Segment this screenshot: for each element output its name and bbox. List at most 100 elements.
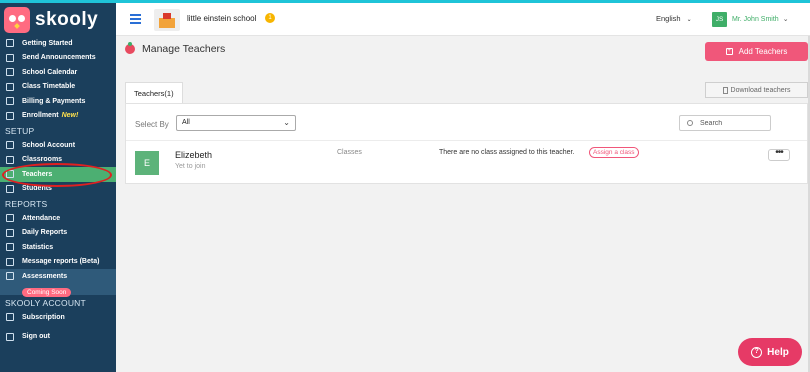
document-icon <box>722 86 728 94</box>
search-input[interactable] <box>700 118 768 129</box>
sidebar-nav: Getting Started Send Announcements Schoo… <box>0 36 116 344</box>
help-label: Help <box>767 346 789 358</box>
sidebar-item-message-reports[interactable]: Message reports (Beta) <box>0 255 116 270</box>
sidebar-item-enrollment[interactable]: Enrollment New! <box>0 109 116 124</box>
sidebar-item-attendance[interactable]: Attendance <box>0 211 116 226</box>
sidebar-item-label: Getting Started <box>22 39 73 47</box>
sidebar: skooly Getting Started Send Announcement… <box>0 0 116 372</box>
sidebar-item-school-calendar[interactable]: School Calendar <box>0 65 116 80</box>
school-logo-icon <box>154 9 180 31</box>
brand-name: skooly <box>35 9 99 30</box>
sidebar-item-label: Daily Reports <box>22 229 68 237</box>
statistics-icon <box>6 243 14 252</box>
add-teachers-label: Add Teachers <box>738 47 788 56</box>
chevron-down-icon: ⌄ <box>283 118 290 127</box>
plus-icon: + <box>725 48 733 55</box>
brand[interactable]: skooly <box>4 7 98 33</box>
rocket-icon <box>6 39 14 48</box>
sidebar-item-teachers[interactable]: Teachers <box>0 167 116 182</box>
send-icon <box>6 53 14 62</box>
teachers-panel: Select By All ⌄ E Elizebeth Yet to join … <box>125 103 808 184</box>
download-teachers-button[interactable]: Download teachers <box>705 82 808 98</box>
help-button[interactable]: ? Help <box>738 338 802 366</box>
section-heading-reports: REPORTS <box>5 198 48 209</box>
new-badge: New! <box>61 112 79 120</box>
sidebar-item-students[interactable]: Students <box>0 182 116 197</box>
section-heading-skooly-account: SKOOLY ACCOUNT <box>5 297 86 308</box>
sidebar-item-class-timetable[interactable]: Class Timetable <box>0 80 116 95</box>
attendance-icon <box>6 214 14 223</box>
language-label: English <box>656 14 681 23</box>
hamburger-menu-icon[interactable] <box>130 14 141 24</box>
sidebar-item-label: Sign out <box>22 333 50 341</box>
chevron-down-icon: ⌄ <box>686 17 692 23</box>
sidebar-item-label: Billing & Payments <box>22 97 86 105</box>
calendar-icon <box>6 68 14 77</box>
teacher-avatar: E <box>135 151 159 175</box>
student-icon <box>6 184 14 193</box>
sidebar-item-label: Teachers <box>22 170 53 178</box>
question-icon: ? <box>751 346 763 358</box>
sidebar-item-statistics[interactable]: Statistics <box>0 240 116 255</box>
teacher-status: Yet to join <box>175 163 206 170</box>
filter-select-value: All <box>182 119 190 126</box>
teacher-icon <box>6 170 14 179</box>
sidebar-item-getting-started[interactable]: Getting Started <box>0 36 116 51</box>
sidebar-item-label: Class Timetable <box>22 83 76 91</box>
sidebar-item-label: Subscription <box>22 313 65 321</box>
page-title: Manage Teachers <box>142 43 226 55</box>
skooly-logo-icon <box>4 7 30 33</box>
sidebar-accent-line <box>0 0 116 3</box>
message-report-icon <box>6 257 14 266</box>
sidebar-item-sign-out[interactable]: Sign out <box>0 330 116 345</box>
section-heading-setup: SETUP <box>5 125 35 136</box>
classes-label: Classes <box>337 149 362 156</box>
sidebar-item-label: Enrollment <box>22 112 59 120</box>
sidebar-item-send-announcements[interactable]: Send Announcements <box>0 51 116 66</box>
top-bar: little einstein school 1 English ⌄ JS Mr.… <box>116 0 810 36</box>
sidebar-item-daily-reports[interactable]: Daily Reports <box>0 226 116 241</box>
school-badge: 1 <box>265 13 275 23</box>
no-class-message: There are no class assigned to this teac… <box>439 149 575 156</box>
sidebar-item-label: Statistics <box>22 243 54 251</box>
subscription-icon <box>6 313 14 322</box>
billing-icon <box>6 97 14 106</box>
download-teachers-label: Download teachers <box>730 86 791 94</box>
assign-class-button[interactable]: Assign a class <box>589 147 639 158</box>
select-by-label: Select By <box>135 120 169 129</box>
filter-select[interactable]: All ⌄ <box>176 115 296 131</box>
teacher-name[interactable]: Elizebeth <box>175 150 212 160</box>
assessment-icon <box>6 272 14 280</box>
sidebar-item-label: Message reports (Beta) <box>22 258 100 266</box>
coming-soon-badge: Coming Soon <box>22 288 72 297</box>
sign-out-icon <box>6 332 14 341</box>
sidebar-item-billing-payments[interactable]: Billing & Payments <box>0 94 116 109</box>
sidebar-item-label: School Calendar <box>22 68 78 76</box>
more-options-button[interactable]: ••• <box>768 148 790 161</box>
sidebar-item-label: Students <box>22 185 52 193</box>
sidebar-item-subscription[interactable]: Subscription <box>0 310 116 325</box>
user-menu[interactable]: Mr. John Smith ⌄ <box>732 15 789 23</box>
sidebar-item-assessments[interactable]: Assessments Coming Soon <box>0 269 116 297</box>
tab-teachers[interactable]: Teachers(1) <box>125 82 183 103</box>
sidebar-item-classrooms[interactable]: Classrooms <box>0 153 116 168</box>
user-name-label: Mr. John Smith <box>732 16 779 23</box>
sidebar-item-label: School Account <box>22 141 76 149</box>
search-icon <box>687 120 693 126</box>
chevron-down-icon: ⌄ <box>782 16 789 23</box>
sidebar-item-label: Attendance <box>22 214 61 222</box>
sidebar-item-school-account[interactable]: School Account <box>0 138 116 153</box>
sidebar-item-label: Classrooms <box>22 156 63 164</box>
sidebar-item-label: Send Announcements <box>22 54 96 62</box>
apple-icon <box>125 42 135 54</box>
language-selector[interactable]: English ⌄ <box>656 14 692 23</box>
search-box <box>679 115 771 131</box>
user-avatar[interactable]: JS <box>712 12 727 27</box>
school-name[interactable]: little einstein school <box>187 14 256 23</box>
daily-report-icon <box>6 228 14 237</box>
enrollment-icon <box>6 111 14 120</box>
add-teachers-button[interactable]: + Add Teachers <box>705 42 808 61</box>
timetable-icon <box>6 82 14 91</box>
sidebar-item-label: Assessments <box>22 272 68 280</box>
classroom-icon <box>6 155 14 164</box>
